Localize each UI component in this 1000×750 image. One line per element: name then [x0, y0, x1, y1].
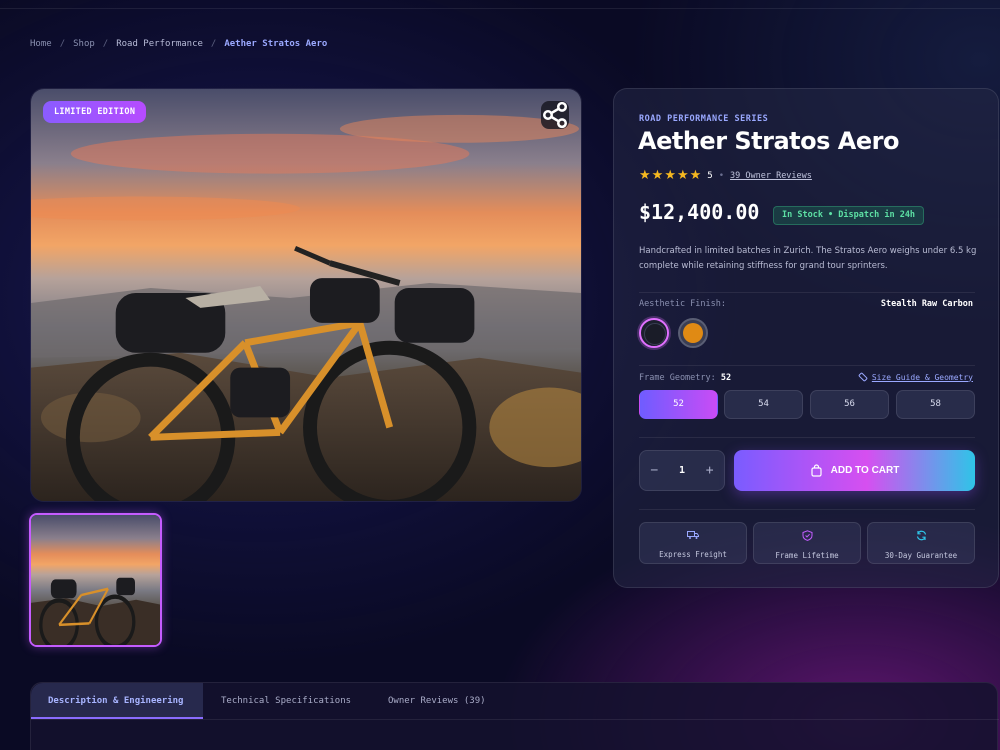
dot-separator: • [718, 170, 725, 181]
product-price: $12,400.00 [639, 200, 760, 224]
size-button-54[interactable]: 54 [724, 390, 803, 419]
breadcrumb-road-performance[interactable]: Road Performance [116, 39, 203, 49]
breadcrumb-home[interactable]: Home [30, 39, 52, 49]
frame-geometry-label-text: Frame Geometry: [639, 373, 716, 383]
add-to-cart-label: ADD TO CART [830, 465, 900, 476]
product-description: Handcrafted in limited batches in Zurich… [639, 246, 977, 271]
refresh-icon [916, 530, 926, 541]
product-series: ROAD PERFORMANCE SERIES [639, 114, 769, 124]
quantity-stepper: − 1 + [639, 450, 725, 491]
size-button-58[interactable]: 58 [896, 390, 975, 419]
rating-row: ★ ★ ★ ★ ★ 5 • 39 Owner Reviews [639, 169, 812, 182]
gallery-thumbnail[interactable] [29, 513, 162, 647]
bicycle-thumbnail-image [31, 515, 160, 645]
shield-icon [802, 530, 812, 541]
size-guide-link-text: Size Guide & Geometry [871, 372, 973, 382]
feature-label: Frame Lifetime [775, 551, 839, 560]
tab-owner-reviews[interactable]: Owner Reviews (39) [388, 683, 486, 719]
size-button-56[interactable]: 56 [810, 390, 889, 419]
finish-label: Aesthetic Finish: [639, 299, 726, 309]
product-title: Aether Stratos Aero [638, 127, 899, 155]
add-to-cart-button[interactable]: ADD TO CART [734, 450, 975, 491]
tab-technical-specifications[interactable]: Technical Specifications [221, 683, 351, 719]
star-icon: ★ [676, 168, 689, 183]
frame-geometry-selected: 52 [720, 373, 732, 383]
product-hero-image[interactable]: LIMITED EDITION [30, 88, 582, 502]
top-border [0, 8, 1000, 9]
size-guide-link[interactable]: Size Guide & Geometry [858, 372, 973, 382]
product-tabs: Description & Engineering Technical Spec… [30, 682, 999, 750]
quantity-increase-button[interactable]: + [706, 463, 714, 478]
frame-geometry-label: Frame Geometry: 52 [639, 373, 731, 383]
breadcrumb-separator: / [210, 39, 217, 49]
swatch-stealth-raw-carbon[interactable] [639, 318, 669, 348]
breadcrumb: Home / Shop / Road Performance / Aether … [30, 39, 327, 49]
quantity-decrease-button[interactable]: − [650, 463, 658, 478]
size-button-52[interactable]: 52 [639, 390, 718, 419]
ruler-icon [858, 372, 868, 382]
bicycle-at-sunset-image [31, 89, 581, 501]
tabs-divider [31, 719, 999, 720]
quantity-value[interactable]: 1 [679, 465, 685, 476]
star-icon: ★ [689, 168, 702, 183]
tab-description-engineering[interactable]: Description & Engineering [31, 683, 203, 719]
shopping-bag-icon [811, 464, 822, 477]
finish-selected-name: Stealth Raw Carbon [880, 299, 973, 309]
owner-reviews-link[interactable]: 39 Owner Reviews [730, 171, 812, 181]
divider [639, 509, 975, 510]
rating-value: 5 [707, 170, 713, 181]
feature-frame-lifetime: Frame Lifetime [753, 522, 861, 564]
breadcrumb-separator: / [102, 39, 109, 49]
breadcrumb-separator: / [59, 39, 66, 49]
divider [639, 437, 975, 438]
breadcrumb-shop[interactable]: Shop [73, 39, 95, 49]
star-icon: ★ [664, 168, 676, 183]
rating-stars: ★ ★ ★ ★ ★ [639, 169, 701, 182]
feature-label: 30-Day Guarantee [884, 551, 958, 560]
swatch-orange[interactable] [678, 318, 708, 348]
star-icon: ★ [639, 168, 651, 183]
limited-edition-badge: LIMITED EDITION [43, 101, 147, 123]
truck-icon [687, 531, 699, 539]
share-button[interactable] [541, 101, 569, 129]
stock-status-badge: In Stock • Dispatch in 24h [773, 206, 925, 225]
divider [639, 365, 975, 366]
feature-label: Express Freight [659, 550, 727, 559]
feature-express-freight: Express Freight [639, 522, 747, 564]
share-icon [542, 101, 568, 129]
product-info-panel: ROAD PERFORMANCE SERIES Aether Stratos A… [613, 88, 999, 588]
breadcrumb-current: Aether Stratos Aero [224, 39, 328, 49]
feature-30-day-guarantee: 30-Day Guarantee [867, 522, 975, 564]
star-icon: ★ [651, 168, 664, 183]
divider [639, 292, 975, 293]
